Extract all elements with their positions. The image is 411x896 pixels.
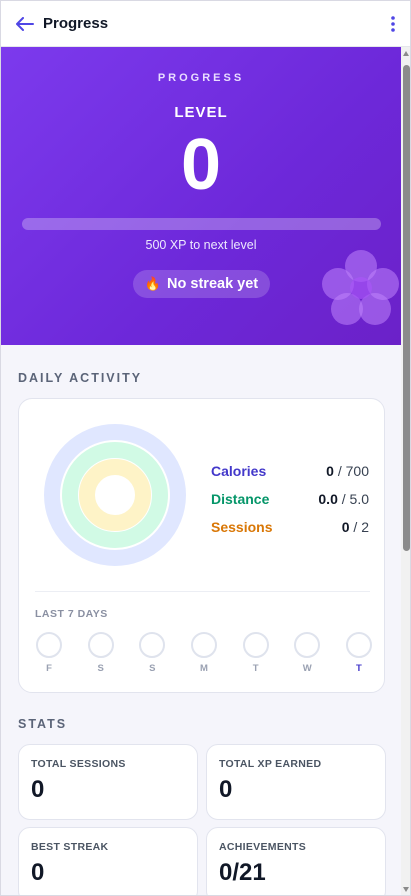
scrollbar[interactable] [401, 47, 410, 895]
streak-text: No streak yet [167, 276, 259, 292]
day-letter: T [356, 663, 362, 674]
stat-label: TOTAL SESSIONS [31, 758, 126, 770]
metric-row-distance: Distance 0.0 / 5.0 [211, 485, 369, 513]
page-title: Progress [43, 15, 109, 32]
scroll-down-arrow-icon[interactable] [403, 887, 409, 892]
day-indicator [36, 632, 62, 658]
metric-value: 0 / 700 [326, 463, 369, 479]
day-item: W [294, 632, 321, 676]
activity-metrics: Calories 0 / 700 Distance 0.0 / 5.0 Sessions… [211, 457, 369, 541]
stat-value: 0 [31, 776, 45, 803]
stat-value: 0 [219, 776, 233, 803]
stat-card-achievements: ACHIEVEMENTS 0/21 [206, 827, 386, 895]
metric-current: 0 [326, 463, 334, 479]
stats-heading: STATS [18, 717, 68, 731]
flower-icon [322, 250, 399, 325]
metric-separator: / [333, 463, 346, 479]
stat-label: TOTAL XP EARNED [219, 758, 322, 770]
card-divider [35, 591, 370, 592]
stat-card-total-xp-earned: TOTAL XP EARNED 0 [206, 744, 386, 820]
metric-label: Sessions [211, 519, 273, 535]
day-item: F [36, 632, 62, 676]
day-item: T [345, 632, 372, 676]
daily-activity-card: Calories 0 / 700 Distance 0.0 / 5.0 Sessions… [18, 398, 385, 693]
day-letter: M [200, 663, 208, 674]
stat-card-best-streak: BEST STREAK 0 [18, 827, 198, 895]
day-indicator [345, 632, 372, 658]
level-label: LEVEL [174, 104, 228, 121]
arrow-left-icon [16, 16, 34, 31]
day-item: T [242, 632, 269, 676]
last-7-days-label: LAST 7 DAYS [35, 608, 108, 620]
metric-current: 0 [341, 519, 350, 535]
day-indicator [87, 632, 114, 658]
metric-separator: / [349, 519, 362, 535]
day-indicator [294, 632, 321, 658]
fire-icon: 🔥 [144, 276, 162, 291]
day-indicator [242, 632, 269, 658]
day-item: M [190, 632, 217, 676]
level-hero: PROGRESS LEVEL 0 500 XP to next level 🔥 … [1, 47, 401, 345]
stat-label: ACHIEVEMENTS [219, 841, 307, 853]
metric-value: 0 / 2 [342, 519, 369, 535]
streak-badge: 🔥 No streak yet [133, 270, 270, 298]
stat-value: 0/21 [219, 859, 266, 886]
metric-label: Calories [211, 463, 267, 479]
day-letter: S [149, 663, 156, 674]
more-options-button[interactable] [384, 12, 402, 36]
metric-label: Distance [211, 491, 270, 507]
activity-rings [44, 424, 186, 566]
metric-row-sessions: Sessions 0 / 2 [211, 513, 369, 541]
app-root: Progress PROGRESS LEVEL 0 500 XP to next… [0, 0, 411, 896]
xp-progress-bar [22, 218, 381, 230]
level-value: 0 [180, 125, 222, 205]
metric-goal: 5.0 [349, 491, 369, 507]
metric-value: 0.0 / 5.0 [318, 491, 369, 507]
day-indicator [190, 632, 217, 658]
day-letter: T [252, 663, 259, 674]
more-vertical-icon [391, 16, 395, 32]
back-button[interactable] [13, 12, 37, 36]
metric-current: 0.0 [318, 491, 338, 507]
stat-card-total-sessions: TOTAL SESSIONS 0 [18, 744, 198, 820]
stat-label: BEST STREAK [31, 841, 109, 853]
metric-separator: / [337, 491, 350, 507]
metric-goal: 2 [361, 519, 369, 535]
metric-row-calories: Calories 0 / 700 [211, 457, 369, 485]
day-item: S [139, 632, 166, 676]
hero-kicker: PROGRESS [157, 72, 245, 84]
day-letter: F [46, 663, 52, 674]
day-letter: W [302, 663, 312, 674]
stat-value: 0 [31, 859, 45, 886]
metric-goal: 700 [345, 463, 369, 479]
day-letter: S [97, 663, 104, 674]
scroll-thumb[interactable] [403, 65, 410, 551]
top-bar: Progress [1, 1, 410, 47]
day-indicator [139, 632, 166, 658]
day-item: S [87, 632, 114, 676]
daily-activity-heading: DAILY ACTIVITY [18, 371, 143, 385]
scroll-up-arrow-icon[interactable] [403, 51, 409, 56]
last-7-days-row: FSSMTWT [36, 632, 372, 676]
